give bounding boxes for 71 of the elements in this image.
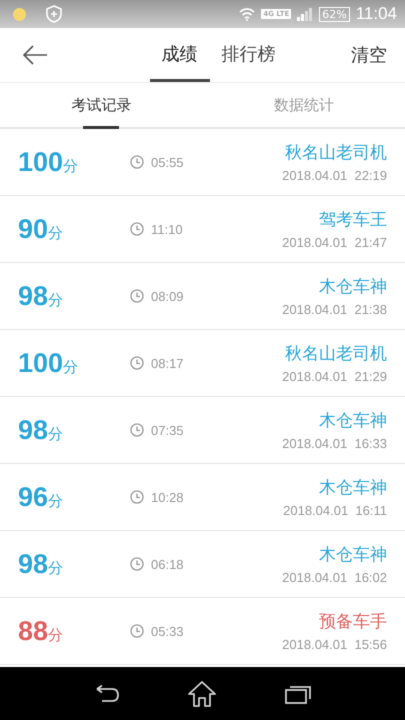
clock-icon — [130, 356, 144, 370]
rank-title: 秋名山老司机 — [285, 142, 387, 164]
signal-icon — [297, 7, 314, 21]
score-unit: 分 — [48, 290, 64, 310]
record-date: 2018.04.01 15:56 — [282, 637, 387, 652]
record-row[interactable]: 90分 11:10 驾考车王 2018.04.01 21:47 — [0, 196, 405, 263]
header-tab[interactable]: 排行榜 — [210, 28, 288, 82]
clear-button[interactable]: 清空 — [339, 28, 405, 82]
duration-text: 11:10 — [151, 222, 183, 236]
duration-text: 07:35 — [151, 422, 184, 438]
score-value: 98 — [18, 414, 48, 446]
score-value: 90 — [18, 214, 48, 244]
clock-icon — [130, 423, 144, 437]
record-date: 2018.04.01 21:38 — [282, 302, 387, 317]
score-unit: 分 — [48, 558, 64, 578]
clock-time: 11:04 — [356, 4, 397, 24]
record-row[interactable]: 98分 06:18 木仓车神 2018.04.01 16:02 — [0, 531, 405, 598]
score-value: 98 — [18, 548, 48, 580]
score-value: 96 — [18, 482, 48, 512]
notification-dot-icon — [13, 8, 26, 20]
record-date: 2018.04.01 16:02 — [282, 570, 387, 585]
score-unit: 分 — [48, 424, 64, 444]
duration-text: 05:55 — [151, 154, 184, 170]
score-value: 98 — [18, 280, 48, 312]
score-value: 88 — [18, 616, 48, 646]
rank-title: 木仓车神 — [319, 477, 387, 499]
score-value: 100 — [18, 146, 64, 178]
score-unit: 分 — [63, 156, 78, 176]
home-icon[interactable] — [187, 680, 218, 706]
clock-icon — [130, 490, 144, 504]
record-row[interactable]: 100分 08:17 秋名山老司机 2018.04.01 21:29 — [0, 330, 405, 397]
record-row[interactable]: 98分 07:35 木仓车神 2018.04.01 16:33 — [0, 397, 405, 464]
record-date: 2018.04.01 16:11 — [283, 503, 387, 518]
back-arrow-icon — [22, 45, 48, 65]
score-unit: 分 — [48, 626, 64, 644]
score-value: 100 — [18, 348, 64, 378]
header-tab[interactable]: 成绩 — [150, 28, 210, 82]
wifi-icon — [239, 7, 256, 21]
subtab[interactable]: 数据统计 — [202, 83, 405, 127]
rank-title: 木仓车神 — [319, 544, 387, 566]
duration-text: 05:33 — [151, 624, 184, 638]
rank-title: 预备车手 — [319, 611, 387, 633]
clock-icon — [130, 222, 144, 236]
score-unit: 分 — [63, 358, 78, 376]
subtab[interactable]: 考试记录 — [0, 83, 202, 127]
record-date: 2018.04.01 21:47 — [282, 235, 387, 250]
record-date: 2018.04.01 16:33 — [282, 436, 387, 451]
record-row[interactable]: 98分 08:09 木仓车神 2018.04.01 21:38 — [0, 263, 405, 330]
record-date: 2018.04.01 22:19 — [282, 168, 387, 183]
back-icon[interactable] — [94, 684, 120, 702]
record-date: 2018.04.01 21:29 — [282, 369, 387, 384]
score-unit: 分 — [48, 224, 64, 242]
clock-icon — [130, 624, 144, 638]
duration-text: 06:18 — [151, 556, 184, 572]
duration-text: 08:17 — [151, 356, 184, 370]
battery-indicator: 62% — [319, 6, 350, 22]
rank-title: 木仓车神 — [319, 410, 387, 432]
record-row[interactable]: 96分 10:28 木仓车神 2018.04.01 16:11 — [0, 464, 405, 531]
recent-apps-icon[interactable] — [285, 684, 312, 704]
rank-title: 秋名山老司机 — [285, 343, 387, 365]
record-row[interactable]: 100分 05:55 秋名山老司机 2018.04.01 22:19 — [0, 129, 405, 196]
rank-title: 驾考车王 — [319, 209, 387, 231]
duration-text: 10:28 — [151, 490, 184, 504]
score-unit: 分 — [48, 492, 64, 510]
duration-text: 08:09 — [151, 288, 184, 304]
record-row[interactable]: 88分 05:33 预备车手 2018.04.01 15:56 — [0, 598, 405, 665]
shield-icon — [46, 5, 62, 23]
clock-icon — [130, 155, 144, 169]
clock-icon — [130, 289, 144, 303]
clock-icon — [130, 557, 144, 571]
rank-title: 木仓车神 — [319, 276, 387, 298]
